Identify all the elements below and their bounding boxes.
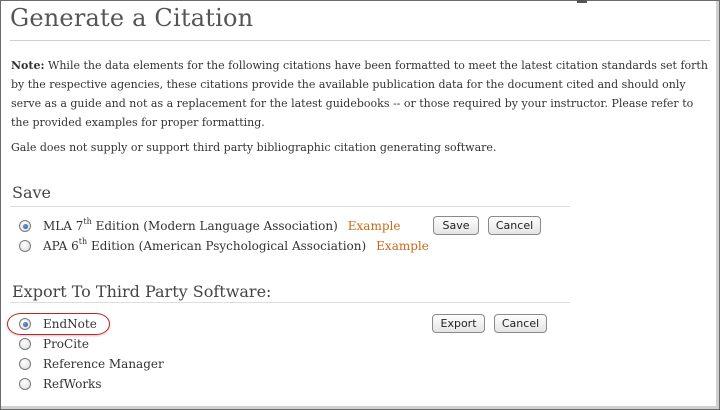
apa-label: APA 6th Edition (American Psychological … [43,237,367,254]
option-refworks[interactable]: RefWorks [19,377,102,391]
procite-radio[interactable] [19,338,31,350]
mla-radio[interactable] [19,220,31,232]
page-title: Generate a Citation [10,4,254,32]
endnote-radio[interactable] [19,318,31,330]
reference-manager-radio[interactable] [19,358,31,370]
apa-radio[interactable] [19,240,31,252]
note-paragraph: Note: While the data elements for the fo… [11,56,709,132]
save-section-heading: Save [12,183,52,202]
option-apa[interactable]: APA 6th Edition (American Psychological … [19,237,429,254]
endnote-label: EndNote [43,317,97,331]
mla-label: MLA 7th Edition (Modern Language Associa… [43,217,338,234]
title-divider [10,40,710,41]
refworks-radio[interactable] [19,378,31,390]
procite-label: ProCite [43,337,89,351]
mla-example-link[interactable]: Example [348,219,401,233]
save-button[interactable]: Save [433,216,479,235]
export-section-heading: Export To Third Party Software: [12,282,272,301]
export-section-divider [10,302,570,303]
refworks-label: RefWorks [43,377,102,391]
disclaimer-text: Gale does not supply or support third pa… [11,141,497,154]
export-button[interactable]: Export [432,314,485,333]
apa-example-link[interactable]: Example [376,239,429,253]
note-label: Note: [11,59,45,72]
save-cancel-button[interactable]: Cancel [488,216,541,235]
option-reference-manager[interactable]: Reference Manager [19,357,164,371]
export-cancel-button[interactable]: Cancel [494,314,547,333]
save-section-divider [10,206,570,207]
top-edge-fragment [577,0,587,3]
note-text: While the data elements for the followin… [11,59,708,129]
option-procite[interactable]: ProCite [19,337,89,351]
option-endnote[interactable]: EndNote [19,317,97,331]
option-mla[interactable]: MLA 7th Edition (Modern Language Associa… [19,217,401,234]
reference-manager-label: Reference Manager [43,357,164,371]
